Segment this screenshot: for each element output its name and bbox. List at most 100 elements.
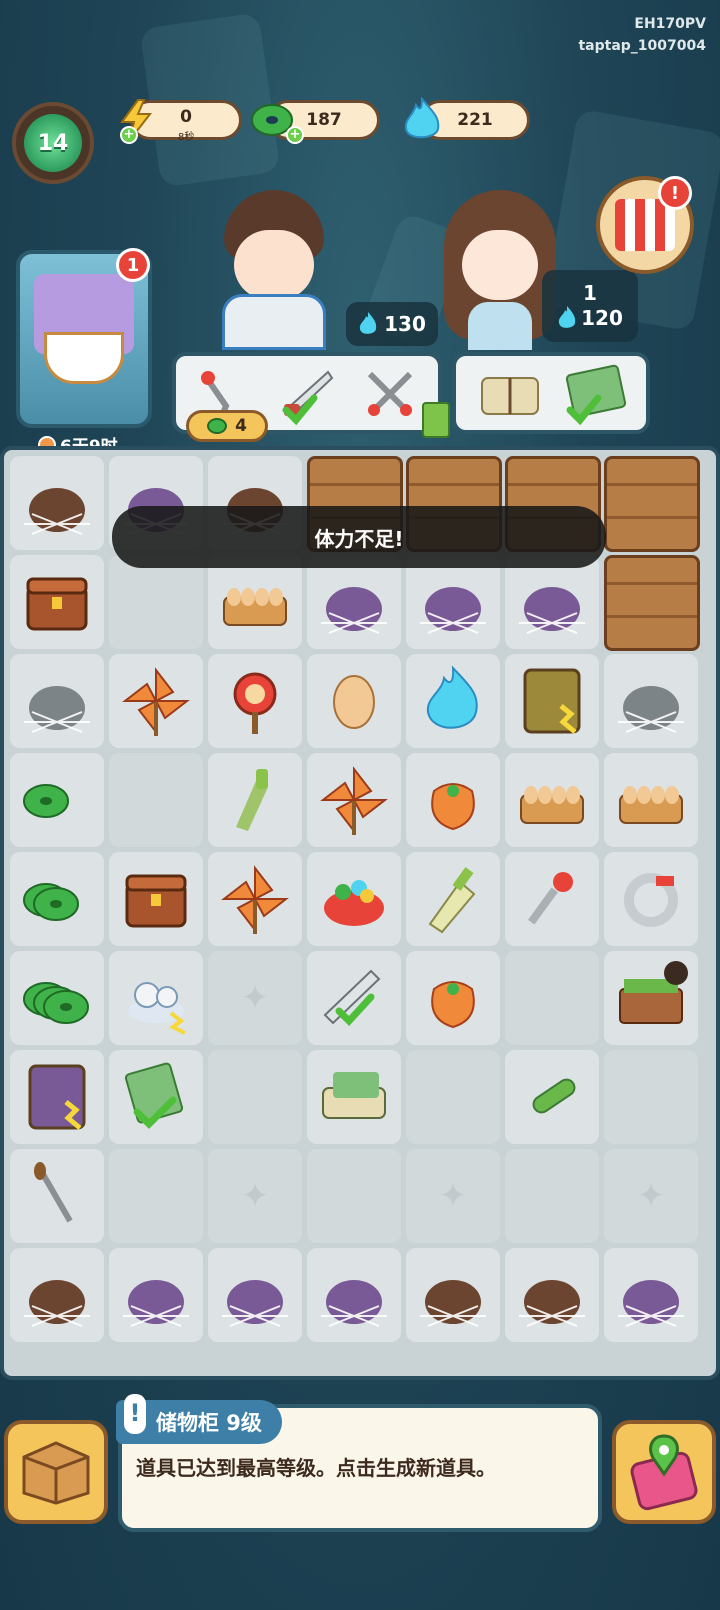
board-item-cobweb-vase[interactable] bbox=[307, 555, 401, 649]
board-item-cabinet-sparkle[interactable] bbox=[505, 654, 599, 748]
board-item-planter[interactable] bbox=[604, 951, 698, 1045]
player-level: 14 bbox=[37, 130, 69, 156]
board-item-jade-coins-3[interactable] bbox=[10, 951, 104, 1045]
jade-coins-2-icon bbox=[23, 883, 79, 921]
add-jade-button[interactable]: + bbox=[286, 126, 304, 144]
board-item-cabinet-purple-sparkle[interactable] bbox=[10, 1050, 104, 1144]
board-item-cobweb-sack[interactable] bbox=[208, 1248, 302, 1342]
board-item-broom[interactable] bbox=[406, 852, 500, 946]
board-item-cobweb-sack[interactable] bbox=[109, 1248, 203, 1342]
board-item-jade-coin[interactable] bbox=[10, 753, 104, 847]
board-item-treasure-bowl[interactable] bbox=[307, 852, 401, 946]
empty-cell[interactable]: ✦ bbox=[406, 1149, 500, 1243]
board-item-jade-coins-2[interactable] bbox=[10, 852, 104, 946]
chest-icon bbox=[125, 874, 187, 928]
board-item-treasure-box[interactable] bbox=[10, 555, 104, 649]
board-item-blue-flame[interactable] bbox=[406, 654, 500, 748]
board-item-pinwheel[interactable] bbox=[208, 852, 302, 946]
cobweb-teapot-icon bbox=[24, 686, 90, 733]
empty-cell[interactable] bbox=[109, 555, 203, 649]
board-item-pinwheel[interactable] bbox=[307, 753, 401, 847]
board-item-cobweb-vase[interactable] bbox=[406, 555, 500, 649]
storage-box-button[interactable] bbox=[4, 1420, 108, 1524]
order-cost-tag[interactable]: 4 bbox=[186, 410, 268, 442]
empty-cell[interactable] bbox=[604, 1050, 698, 1144]
sparkle-placeholder-icon: ✦ bbox=[438, 1176, 468, 1216]
board-item-brush-pen[interactable] bbox=[10, 1149, 104, 1243]
board-item-cobweb-jar[interactable] bbox=[307, 1248, 401, 1342]
empty-cell[interactable] bbox=[505, 1149, 599, 1243]
empty-cell[interactable] bbox=[406, 1050, 500, 1144]
blue-flame-icon bbox=[360, 312, 377, 334]
board-item-egg[interactable] bbox=[307, 654, 401, 748]
egg-icon bbox=[333, 675, 375, 729]
board-item-bamboo[interactable] bbox=[505, 1050, 599, 1144]
add-energy-button[interactable]: + bbox=[120, 126, 138, 144]
board-item-cobweb-vase[interactable] bbox=[505, 555, 599, 649]
empty-cell[interactable] bbox=[109, 1149, 203, 1243]
red-envelope-icon[interactable] bbox=[422, 402, 450, 438]
empty-cell[interactable] bbox=[208, 1050, 302, 1144]
cobweb-sickle-icon bbox=[618, 686, 684, 733]
tea-pack-check-icon bbox=[124, 1062, 184, 1129]
male-flame-value: 130 bbox=[384, 312, 426, 336]
empty-cell[interactable]: ✦ bbox=[208, 1149, 302, 1243]
watermark-user: taptap_1007004 bbox=[578, 38, 706, 54]
board-item-chest[interactable] bbox=[109, 852, 203, 946]
cobweb-sack-icon bbox=[123, 1280, 189, 1327]
empty-cell[interactable] bbox=[109, 753, 203, 847]
watermark-id: EH170PV bbox=[634, 16, 706, 32]
check-icon bbox=[282, 394, 318, 426]
box-icon bbox=[22, 1441, 90, 1505]
jade-value: 187 bbox=[306, 110, 342, 130]
cobweb-bowl-icon bbox=[420, 1280, 486, 1327]
board-item-tea-bundle[interactable] bbox=[307, 1050, 401, 1144]
board-item-lucky-bag[interactable] bbox=[406, 753, 500, 847]
empty-cell[interactable]: ✦ bbox=[208, 951, 302, 1045]
game-screen: EH170PV taptap_1007004 14 0 8秒 + 187 + 2… bbox=[0, 0, 720, 1610]
jade-coin-icon bbox=[23, 784, 69, 818]
player-level-badge[interactable]: 14 bbox=[12, 102, 94, 184]
cabinet-sparkle-icon bbox=[523, 668, 581, 734]
lucky-bag-icon bbox=[431, 783, 475, 831]
teacup-icon bbox=[44, 332, 124, 384]
board-item-drum-rattle[interactable] bbox=[208, 654, 302, 748]
cobweb-jar-icon bbox=[321, 1280, 387, 1327]
board-item-cobweb-pot[interactable] bbox=[10, 1248, 104, 1342]
board-item-cobweb-teapot[interactable] bbox=[10, 654, 104, 748]
planter-icon bbox=[619, 961, 688, 1024]
event-badge: 1 bbox=[116, 248, 150, 282]
order-panel-2[interactable] bbox=[452, 352, 650, 434]
item-title-tag: ! 储物柜 9级 bbox=[116, 1394, 282, 1444]
board-item-cobweb-pot[interactable] bbox=[505, 1248, 599, 1342]
blue-flame-icon bbox=[398, 96, 446, 144]
shop-alert-badge: ! bbox=[658, 176, 692, 210]
board-item-cobweb-bowl[interactable] bbox=[406, 1248, 500, 1342]
board-item-egg-tray[interactable] bbox=[208, 555, 302, 649]
board-item-egg-tray[interactable] bbox=[604, 753, 698, 847]
merge-board[interactable]: ✦ ✦ ✦ ✦ bbox=[0, 446, 720, 1380]
empty-cell[interactable]: ✦ bbox=[604, 1149, 698, 1243]
board-item-lucky-bag[interactable] bbox=[406, 951, 500, 1045]
board-item-saw-check[interactable] bbox=[307, 951, 401, 1045]
board-item-egg-tray[interactable] bbox=[505, 753, 599, 847]
board-item-cobweb-jar[interactable] bbox=[604, 1248, 698, 1342]
board-item-pinwheel[interactable] bbox=[109, 654, 203, 748]
board-item-tea-pack-check[interactable] bbox=[109, 1050, 203, 1144]
map-button[interactable] bbox=[612, 1420, 716, 1524]
locked-plank-tile[interactable] bbox=[604, 555, 700, 651]
board-item-nail[interactable] bbox=[505, 852, 599, 946]
board-item-cobweb-sickle[interactable] bbox=[604, 654, 698, 748]
locked-plank-tile[interactable] bbox=[604, 456, 700, 552]
empty-cell[interactable] bbox=[505, 951, 599, 1045]
lucky-bag-icon bbox=[431, 981, 475, 1029]
board-item-cobweb-barrel[interactable] bbox=[10, 456, 104, 550]
board-item-ring[interactable] bbox=[604, 852, 698, 946]
board-item-tea-set-sparkle[interactable] bbox=[109, 951, 203, 1045]
board-item-brush[interactable] bbox=[208, 753, 302, 847]
energy-value: 0 bbox=[180, 107, 192, 127]
male-character[interactable] bbox=[214, 190, 334, 350]
sparkle-placeholder-icon: ✦ bbox=[240, 978, 270, 1018]
empty-cell[interactable] bbox=[307, 1149, 401, 1243]
sparkle-placeholder-icon: ✦ bbox=[240, 1176, 270, 1216]
